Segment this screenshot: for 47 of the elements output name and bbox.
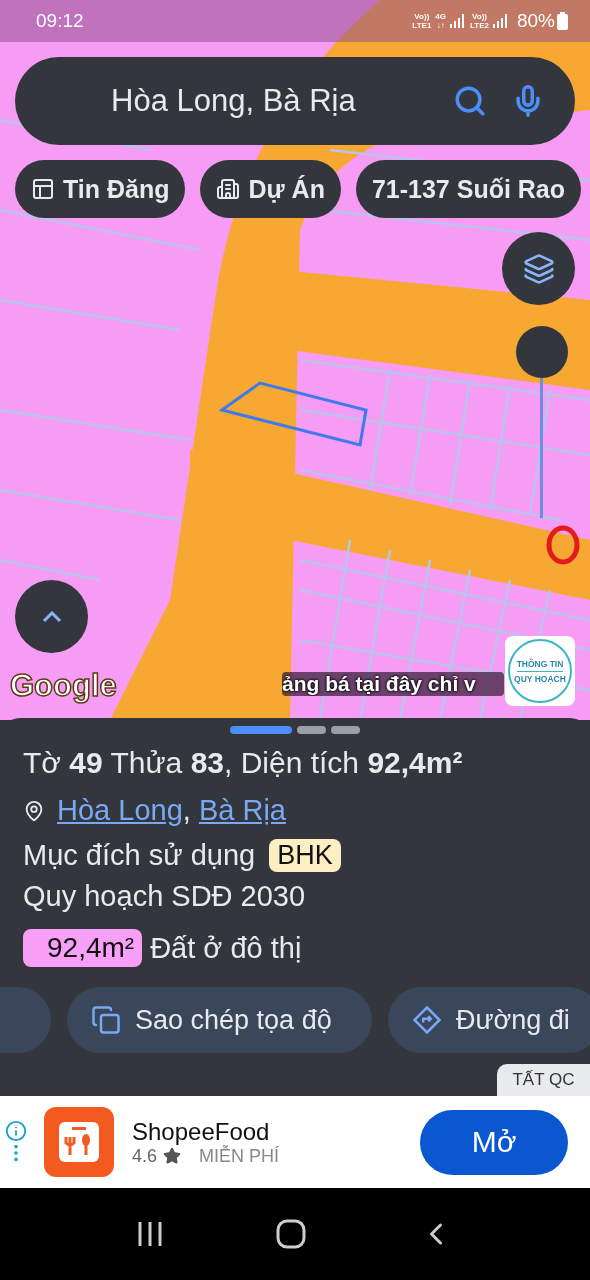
area-tag: 92,4m² [23,929,143,967]
chevron-up-icon [41,610,62,623]
location-link[interactable]: Hòa Long [57,794,183,826]
purpose-tag: BHK [269,839,341,872]
rating-text: 4.6 [132,1145,158,1167]
recent-apps-icon[interactable] [136,1220,164,1248]
home-icon[interactable] [276,1219,306,1249]
table-icon [31,177,55,201]
badge-text: QUY HOẠCH [514,672,566,686]
battery-icon [557,12,568,30]
location-link[interactable]: Bà Rịa [198,794,286,826]
battery-text: 80% [516,10,555,32]
building-icon [216,177,241,201]
signal-icon [492,14,507,28]
search-text: Hòa Long, Bà Rịa [111,83,357,119]
purpose-label: Mục đích sử dụng [23,839,256,872]
planning-badge[interactable]: THÔNG TIN QUY HOẠCH [505,636,575,706]
location-pin-icon [23,799,45,822]
open-button[interactable]: Mở [420,1109,568,1175]
network-indicator: Vo)) LTE1 [412,12,432,30]
star-icon [163,1147,182,1165]
network-indicator: 4G ↓↑ [435,12,446,30]
map-logo: Google [10,668,117,704]
filter-chip[interactable]: Tin Đăng [15,160,186,218]
info-icon[interactable] [5,1120,27,1142]
app-icon [44,1107,114,1177]
search-bar[interactable]: Hòa Long, Bà Rịa [15,57,575,145]
plan-text: Quy hoạch SDĐ 2030 [23,880,306,913]
zone-label: Đất ở đô thị [150,931,302,965]
directions-icon [412,1005,442,1035]
copy-icon [91,1005,121,1035]
clock-text: 09:12 [36,10,85,32]
badge-text: THÔNG TIN [516,656,564,672]
copy-button[interactable]: Sao chép tọa độ [67,987,372,1053]
scrolling-text: ảng bá tại đây chỉ v [282,672,504,696]
price-text: MIỄN PHÍ [199,1145,280,1167]
close-ad-button[interactable]: TẤT QC [497,1064,590,1096]
filter-chip[interactable]: Dự Án [200,160,341,218]
app-name: ShopeeFood [132,1117,271,1145]
separator-text: , [182,794,192,826]
parcel-title: Tờ 49 Thửa 83, Diện tích 92,4m² [23,746,464,780]
layers-icon [522,252,555,285]
signal-icon [450,14,464,28]
search-icon[interactable] [453,84,487,118]
directions-button[interactable]: Đường đi [388,987,590,1053]
network-indicator: Vo)) LTE2 [470,12,489,30]
filter-chip[interactable]: 71-137 Suối Rao [355,160,582,218]
